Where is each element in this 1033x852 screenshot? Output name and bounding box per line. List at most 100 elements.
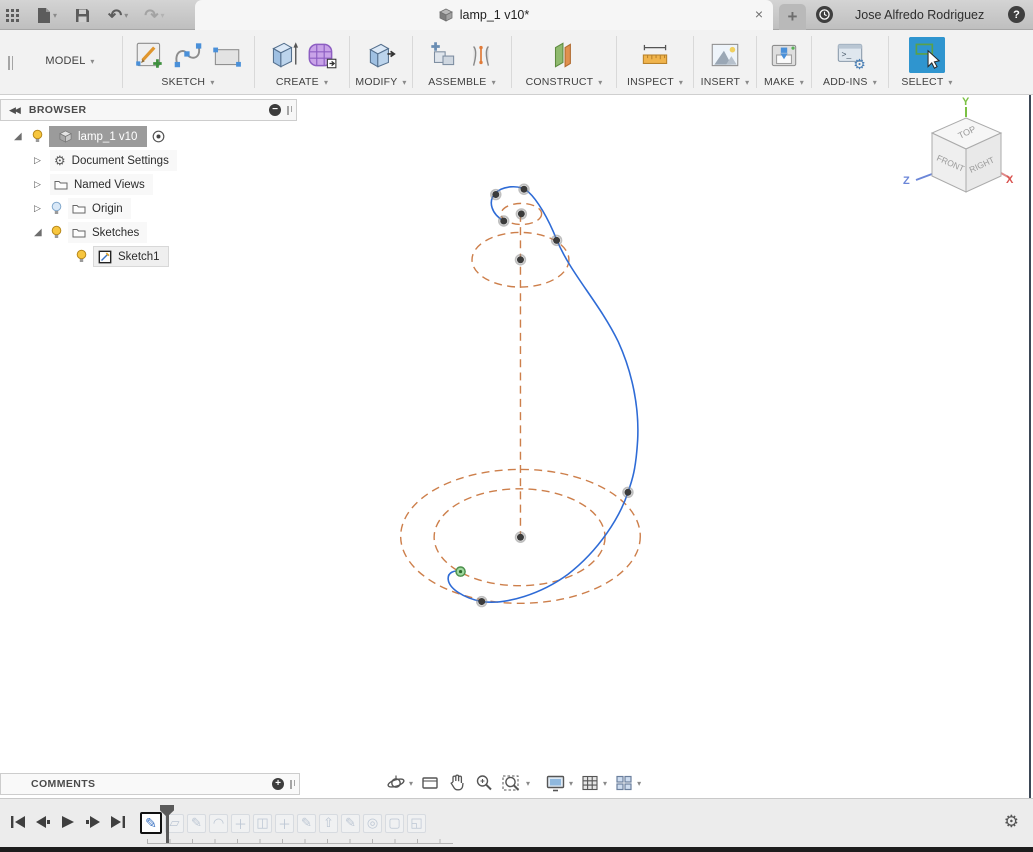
select-button[interactable] (909, 37, 945, 73)
history-clock-icon[interactable] (816, 6, 833, 23)
add-comment-icon[interactable]: + (272, 778, 284, 790)
browser-row-sketches[interactable]: ◢ Sketches (34, 222, 148, 243)
step-forward-button[interactable] (85, 815, 101, 829)
toolbar-group-addins: >_ ⚙ ADD-INS ▾ (812, 30, 888, 94)
comments-title: COMMENTS (31, 778, 96, 790)
measure-button[interactable] (637, 38, 673, 72)
3d-print-button[interactable] (767, 38, 801, 72)
browser-minimize-icon[interactable]: − (269, 104, 281, 116)
timeline-feature-extrude1[interactable]: ⇧ (319, 813, 338, 833)
browser-collapse-arrows-icon[interactable]: ◀◀ (9, 105, 21, 116)
expanded-triangle-icon[interactable]: ◢ (34, 227, 44, 238)
display-settings-icon[interactable]: ▾ (545, 773, 573, 793)
document-tab[interactable]: lamp_1 v10* × (195, 0, 773, 30)
timeline-feature-move2[interactable]: ＋ (275, 813, 294, 833)
collapsed-triangle-icon[interactable]: ▷ (34, 155, 44, 166)
timeline-settings-gear-icon[interactable]: ⚙ (1004, 812, 1019, 832)
go-to-end-button[interactable] (110, 815, 126, 829)
timeline-feature-mirror1[interactable]: ◫ (253, 813, 272, 833)
user-name[interactable]: Jose Alfredo Rodriguez (855, 0, 984, 30)
timeline-feature-loft1[interactable]: ◠ (209, 813, 228, 833)
redo-button[interactable]: ↷ ▾ (144, 7, 164, 24)
orbit-icon[interactable]: ▾ (386, 773, 413, 793)
toolbar-group-sketch: SKETCH ▾ (123, 30, 253, 94)
press-pull-button[interactable] (364, 38, 398, 72)
timeline-features: ✎ ▱ ✎ ◠ ＋ ◫ ＋ ✎ ⇧ ✎ ◎ ▢ ◱ (140, 812, 426, 834)
browser-row-document-settings[interactable]: ▷ ⚙ Document Settings (34, 150, 177, 171)
timeline-feature-box1[interactable]: ▢ (385, 813, 404, 833)
create-sketch-button[interactable] (133, 38, 167, 72)
comments-panel-header[interactable]: COMMENTS + (0, 773, 300, 795)
browser-header-grip[interactable] (287, 105, 292, 115)
fit-icon[interactable]: ▾ (501, 773, 530, 793)
file-menu-button[interactable]: ▾ (37, 7, 57, 24)
timeline-feature-sketch4[interactable]: ✎ (341, 813, 360, 833)
timeline-feature-sketch3[interactable]: ✎ (297, 813, 316, 833)
timeline-feature-move1[interactable]: ＋ (231, 813, 250, 833)
timeline-feature-combine1[interactable]: ◱ (407, 813, 426, 833)
zoom-icon[interactable] (474, 773, 494, 793)
construction-plane-button[interactable] (547, 38, 581, 72)
help-icon[interactable]: ? (1008, 6, 1025, 23)
insert-image-button[interactable] (708, 38, 742, 72)
folder-icon (54, 181, 68, 190)
view-cube[interactable]: Y Z X TOP FRONT RIGHT (888, 95, 1033, 220)
browser-title: BROWSER (28, 104, 87, 116)
visibility-bulb-icon[interactable] (32, 129, 43, 144)
scripts-addins-button[interactable]: >_ ⚙ (833, 38, 867, 72)
comments-header-grip[interactable] (290, 779, 295, 789)
visibility-bulb-icon[interactable] (76, 249, 87, 264)
visibility-bulb-icon[interactable] (51, 225, 62, 240)
undo-icon: ↶ (108, 5, 123, 25)
modeling-canvas[interactable]: Y Z X TOP FRONT RIGHT ◀◀ BROWSER − ◢ lam… (0, 95, 1033, 798)
look-at-icon[interactable] (420, 773, 440, 793)
component-cube-icon (59, 130, 72, 143)
app-grid-icon[interactable] (6, 8, 19, 22)
timeline-feature-sketch2[interactable]: ✎ (187, 813, 206, 833)
go-to-start-button[interactable] (10, 815, 26, 829)
browser-row-named-views[interactable]: ▷ Named Views (34, 174, 153, 195)
play-button[interactable] (60, 815, 76, 829)
create-form-button[interactable] (304, 38, 338, 72)
collapsed-triangle-icon[interactable]: ▷ (34, 179, 44, 190)
extrude-button[interactable] (266, 38, 300, 72)
new-tab-button[interactable]: + (779, 4, 806, 30)
right-window-edge (1029, 95, 1031, 847)
undo-button[interactable]: ↶ ▾ (108, 7, 128, 24)
joint-button[interactable] (464, 38, 498, 72)
axis-y-label: Y (962, 96, 970, 108)
browser-row-sketch1[interactable]: Sketch1 (76, 246, 169, 267)
svg-text:⚙: ⚙ (853, 56, 865, 72)
timeline-playhead[interactable] (160, 805, 174, 843)
sketch-point (517, 210, 525, 218)
browser-item-label: Sketches (92, 226, 140, 239)
grid-settings-icon[interactable]: ▾ (580, 773, 607, 793)
browser-panel-header[interactable]: ◀◀ BROWSER − (0, 99, 297, 121)
pan-icon[interactable] (447, 773, 467, 793)
browser-item-label: Document Settings (71, 154, 169, 167)
browser-row-root[interactable]: ◢ lamp_1 v10 (14, 126, 165, 147)
spline-button[interactable] (171, 38, 205, 72)
step-back-button[interactable] (35, 815, 51, 829)
expanded-triangle-icon[interactable]: ◢ (14, 131, 24, 142)
toolbar-grip[interactable] (8, 56, 13, 70)
save-button[interactable] (75, 8, 90, 23)
sketch-point (492, 191, 500, 199)
timeline-feature-sketch1[interactable]: ✎ (140, 812, 162, 834)
toolbar-group-construct: CONSTRUCT ▾ (512, 30, 616, 94)
visibility-bulb-off-icon[interactable] (51, 201, 62, 216)
timeline-bar: ✎ ▱ ✎ ◠ ＋ ◫ ＋ ✎ ⇧ ✎ ◎ ▢ ◱ ⚙ (0, 798, 1033, 847)
browser-item-label: Sketch1 (118, 250, 160, 263)
tab-close-icon[interactable]: × (755, 7, 763, 21)
browser-row-origin[interactable]: ▷ Origin (34, 198, 131, 219)
sketch-geometry[interactable] (0, 95, 1033, 798)
activate-radio-icon[interactable] (152, 130, 165, 143)
toolbar-group-create: CREATE ▾ (255, 30, 349, 94)
timeline-feature-revolve1[interactable]: ◎ (363, 813, 382, 833)
toolbar-group-select: SELECT ▾ (889, 30, 965, 94)
viewports-icon[interactable]: ▾ (614, 773, 641, 793)
rectangle-button[interactable] (209, 38, 243, 72)
workspace-switcher[interactable]: MODEL ▾ (30, 30, 110, 94)
new-component-button[interactable] (426, 38, 460, 72)
collapsed-triangle-icon[interactable]: ▷ (34, 203, 44, 214)
